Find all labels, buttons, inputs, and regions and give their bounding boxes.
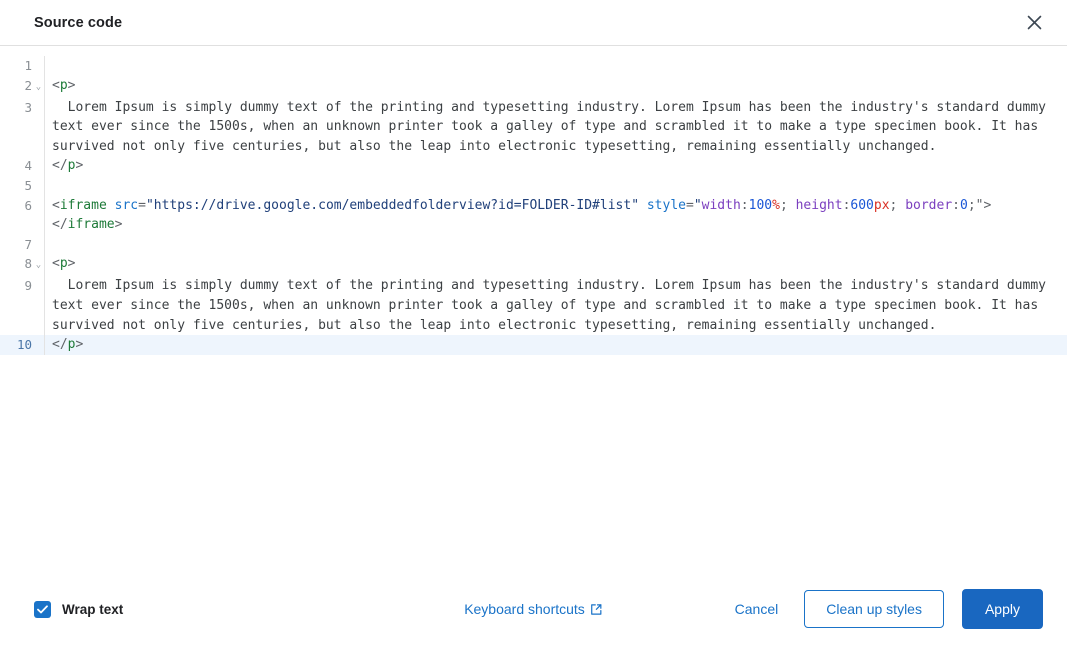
token-punct: < — [52, 197, 60, 213]
line-number: 3 — [24, 99, 32, 115]
token-tag: p — [59, 256, 68, 272]
code-line[interactable]: </iframe> — [0, 215, 1067, 235]
token-text: Lorem Ipsum is simply dummy text of the … — [52, 278, 1054, 333]
token-unit: % — [772, 197, 780, 213]
line-number: 7 — [24, 236, 32, 252]
code-text[interactable]: <p> — [45, 254, 1067, 274]
code-text[interactable]: <iframe src="https://drive.google.com/em… — [45, 196, 1067, 216]
code-text[interactable]: <p> — [45, 76, 1067, 96]
code-text[interactable]: </p> — [45, 335, 1067, 355]
footer-actions: Cancel Clean up styles Apply — [727, 589, 1043, 629]
check-icon — [37, 604, 48, 613]
code-line[interactable]: 1 — [0, 56, 1067, 76]
token-text: Lorem Ipsum is simply dummy text of the … — [52, 99, 1054, 154]
token-string: "https://drive.google.com/embeddedfolder… — [145, 197, 640, 213]
token-punct: ; — [889, 197, 906, 213]
code-line[interactable]: 6 <iframe src="https://drive.google.com/e… — [0, 195, 1067, 216]
source-code-editor[interactable]: 1 2 ⌄ <p> 3 Lorem Ipsum is simply dummy tex… — [0, 46, 1067, 570]
line-number: 9 — [24, 278, 32, 294]
line-number: 8 — [24, 256, 32, 272]
code-line[interactable]: 5 — [0, 175, 1067, 196]
line-number: 2 — [24, 77, 32, 93]
token-punct: = — [138, 197, 146, 213]
token-punct: ;"> — [967, 197, 992, 213]
code-line[interactable]: 3 Lorem Ipsum is simply dummy text of th… — [0, 97, 1067, 157]
token-punct: ; — [779, 197, 796, 213]
cancel-button[interactable]: Cancel — [727, 592, 787, 626]
fold-chevron-icon[interactable]: ⌄ — [33, 76, 44, 98]
page-title: Source code — [34, 14, 123, 31]
token-punct: > — [67, 256, 76, 272]
token-punct: > — [75, 158, 84, 174]
token-punct: : — [740, 197, 749, 213]
token-punct: : — [952, 197, 960, 213]
keyboard-shortcuts-link[interactable]: Keyboard shortcuts — [464, 601, 603, 617]
close-icon[interactable] — [1021, 10, 1047, 36]
token-num: 100 — [748, 197, 773, 213]
wrap-text-toggle[interactable]: Wrap text — [34, 600, 124, 618]
code-text[interactable]: </iframe> — [45, 215, 1067, 235]
code-line[interactable]: 2 ⌄ <p> — [0, 75, 1067, 98]
keyboard-shortcuts-label: Keyboard shortcuts — [464, 601, 585, 617]
token-punct: < — [52, 77, 60, 93]
code-line[interactable]: 4 </p> — [0, 156, 1067, 176]
token-tag: p — [59, 77, 68, 93]
line-number: 5 — [24, 177, 32, 193]
token-punct: > — [114, 217, 123, 233]
external-link-icon — [591, 603, 602, 615]
token-punct: < — [52, 256, 60, 272]
token-string: " — [693, 197, 702, 213]
source-code-dialog: Source code 1 2 ⌄ <p> 3 Lorem Ipsum is simp… — [0, 0, 1067, 648]
code-text[interactable] — [45, 56, 1067, 76]
code-text[interactable]: </p> — [45, 156, 1067, 176]
wrap-text-label: Wrap text — [62, 601, 124, 617]
code-line[interactable]: 8 ⌄ <p> — [0, 254, 1067, 277]
line-number: 4 — [24, 158, 32, 174]
code-text[interactable] — [45, 235, 1067, 255]
line-number: 1 — [24, 58, 32, 73]
code-lines-container[interactable]: 1 2 ⌄ <p> 3 Lorem Ipsum is simply dummy tex… — [0, 46, 1067, 570]
code-text[interactable]: Lorem Ipsum is simply dummy text of the … — [45, 276, 1067, 335]
token-punct: </ — [52, 217, 68, 233]
token-punct: > — [75, 337, 84, 353]
token-attr: src — [114, 197, 139, 213]
clean-up-styles-button[interactable]: Clean up styles — [804, 590, 944, 628]
token-unit: px — [873, 197, 890, 213]
code-line[interactable]: 9 Lorem Ipsum is simply dummy text of th… — [0, 276, 1067, 336]
line-number: 6 — [24, 197, 32, 213]
token-punct: = — [686, 197, 694, 213]
code-text[interactable] — [45, 176, 1067, 196]
token-punct: > — [67, 77, 76, 93]
line-number: 10 — [16, 337, 32, 353]
wrap-text-checkbox[interactable] — [34, 600, 51, 618]
close-icon-glyph — [1027, 15, 1041, 30]
dialog-footer: Wrap text Keyboard shortcuts Cancel Clea… — [0, 570, 1067, 648]
token-prop: height — [795, 197, 843, 213]
token-num: 600 — [850, 197, 874, 213]
token-punct: </ — [52, 158, 68, 174]
token-punct: </ — [52, 337, 68, 353]
code-line[interactable]: 10 </p> — [0, 335, 1067, 355]
token-tag: iframe — [67, 217, 115, 233]
code-text[interactable]: Lorem Ipsum is simply dummy text of the … — [45, 98, 1067, 157]
token-attr: style — [646, 197, 686, 213]
code-line[interactable]: 7 — [0, 234, 1067, 255]
token-num: 0 — [959, 197, 968, 213]
token-tag: iframe — [59, 197, 107, 213]
dialog-header: Source code — [0, 0, 1067, 46]
apply-button[interactable]: Apply — [961, 589, 1043, 629]
token-prop: width — [701, 197, 741, 213]
fold-chevron-icon[interactable]: ⌄ — [33, 254, 44, 276]
token-prop: border — [905, 197, 953, 213]
